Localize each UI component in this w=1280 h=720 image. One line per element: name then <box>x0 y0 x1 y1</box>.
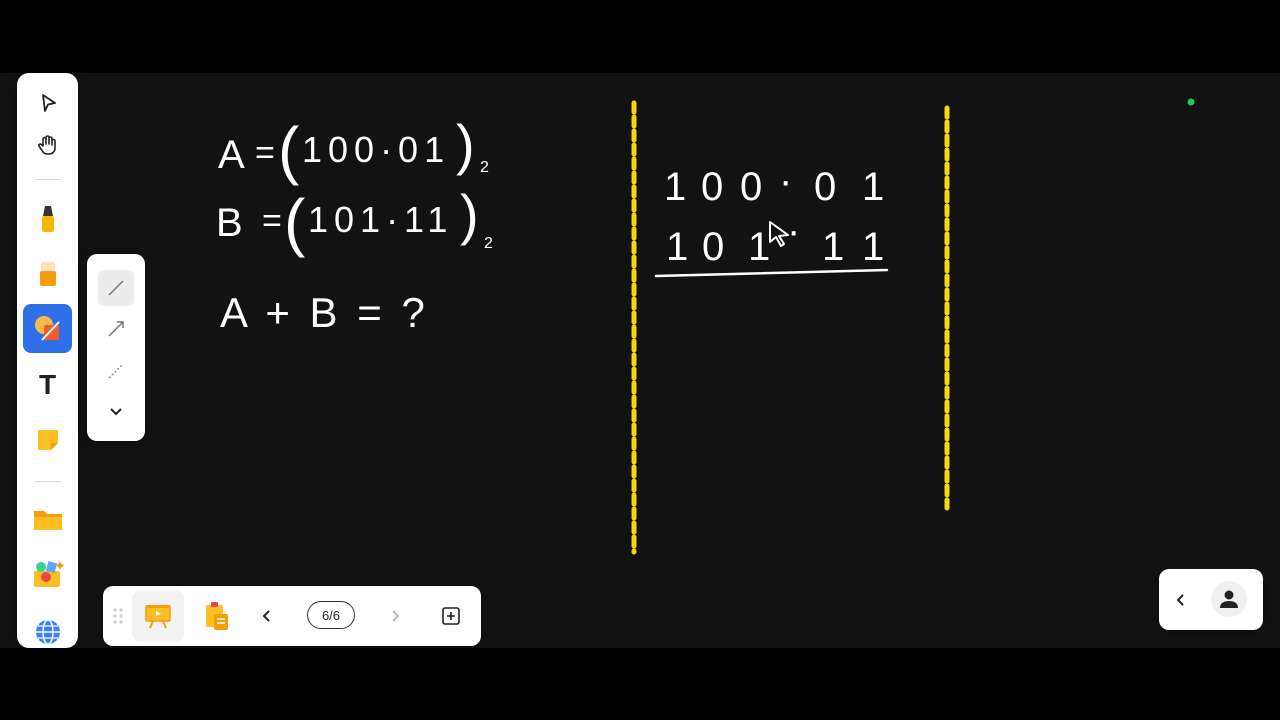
equation-a-base: 2 <box>480 159 489 176</box>
eraser-icon <box>39 261 56 286</box>
addition-row-1: 1 0 0 · 0 1 <box>664 159 884 209</box>
solid-line-option[interactable] <box>98 270 134 306</box>
equation-a: A = ( 100·01 ) 2 <box>218 113 489 186</box>
addition-digit: 0 <box>814 165 836 209</box>
drag-handle[interactable] <box>111 604 125 628</box>
text-tool[interactable]: T <box>23 360 72 409</box>
equation-b: B = ( 101·11 ) 2 <box>216 183 493 258</box>
addition-digit: 0 <box>701 165 723 209</box>
eraser-tool[interactable] <box>23 249 72 298</box>
indicator-dot <box>1187 98 1195 106</box>
cursor-icon <box>41 93 56 112</box>
arrow-line-icon <box>108 321 124 337</box>
addition-digit: 1 <box>666 225 688 269</box>
media-icon <box>33 560 64 587</box>
globe-icon <box>35 618 60 645</box>
tool-rail: T <box>17 73 78 648</box>
question-text: A + B = ? <box>220 289 425 336</box>
pointer-cursor-icon <box>769 221 789 247</box>
addition-digit: 0 <box>702 225 724 269</box>
user-icon <box>1220 590 1238 608</box>
previous-page-button[interactable] <box>253 603 281 629</box>
sticky-note-icon <box>37 429 58 450</box>
addition-underline <box>654 268 889 278</box>
equation-a-value: 100·01 <box>302 129 450 170</box>
collapse-panel-button[interactable] <box>1169 587 1193 613</box>
chevron-left-icon <box>1176 594 1184 606</box>
presentation-icon <box>145 605 171 629</box>
addition-digit: 1 <box>822 225 844 269</box>
hand-icon <box>37 134 56 155</box>
pen-tool[interactable] <box>23 194 72 243</box>
solid-line-icon <box>108 280 124 296</box>
add-page-icon <box>442 607 460 625</box>
equation-a-equals: = <box>255 134 275 172</box>
addition-digit: 1 <box>862 165 884 209</box>
folder-tool[interactable] <box>23 495 72 544</box>
marker-icon <box>41 205 54 232</box>
addition-digit: 1 <box>862 225 884 269</box>
rail-divider <box>35 481 61 482</box>
user-panel <box>1159 569 1263 630</box>
equation-a-close-paren: ) <box>456 113 475 176</box>
addition-point: · <box>779 159 792 203</box>
user-button[interactable] <box>1211 581 1247 617</box>
folder-icon <box>33 510 62 530</box>
chevron-left-icon <box>262 610 270 622</box>
chevron-down-icon <box>110 408 122 416</box>
equation-b-lhs: B <box>216 201 243 245</box>
equation-b-base: 2 <box>484 235 493 252</box>
add-page-button[interactable] <box>437 603 465 629</box>
line-style-panel <box>87 254 145 441</box>
text-icon: T <box>38 368 57 400</box>
dashed-line-option[interactable] <box>98 353 134 389</box>
media-tool[interactable] <box>23 549 72 598</box>
bottom-toolbar: 6/6 <box>103 586 481 646</box>
next-page-button[interactable] <box>381 603 409 629</box>
clipboard-icon <box>206 602 228 630</box>
addition-point: · <box>787 209 800 253</box>
drag-handle-icon <box>113 608 123 624</box>
shape-tool[interactable] <box>23 304 72 353</box>
addition-digit: 0 <box>740 165 762 209</box>
equation-a-open-paren: ( <box>278 114 299 186</box>
hand-tool[interactable] <box>23 120 72 169</box>
page-counter[interactable]: 6/6 <box>307 601 355 629</box>
equation-b-equals: = <box>262 202 282 240</box>
dashed-line-icon <box>108 363 124 379</box>
equation-b-value: 101·11 <box>308 199 453 240</box>
more-options-button[interactable] <box>98 393 134 429</box>
equation-a-lhs: A <box>218 133 245 177</box>
shapes-icon <box>34 315 60 341</box>
rail-divider <box>35 179 61 180</box>
sticky-note-tool[interactable] <box>23 415 72 464</box>
addition-digit: 1 <box>664 165 686 209</box>
arrow-line-option[interactable] <box>98 311 134 347</box>
equation-b-open-paren: ( <box>284 186 305 258</box>
clipboard-button[interactable] <box>196 596 236 636</box>
equation-b-close-paren: ) <box>460 183 479 246</box>
presentation-button[interactable] <box>132 591 184 641</box>
addition-digit: 1 <box>748 225 770 269</box>
browser-tool[interactable] <box>23 607 72 656</box>
chevron-right-icon <box>392 610 400 622</box>
